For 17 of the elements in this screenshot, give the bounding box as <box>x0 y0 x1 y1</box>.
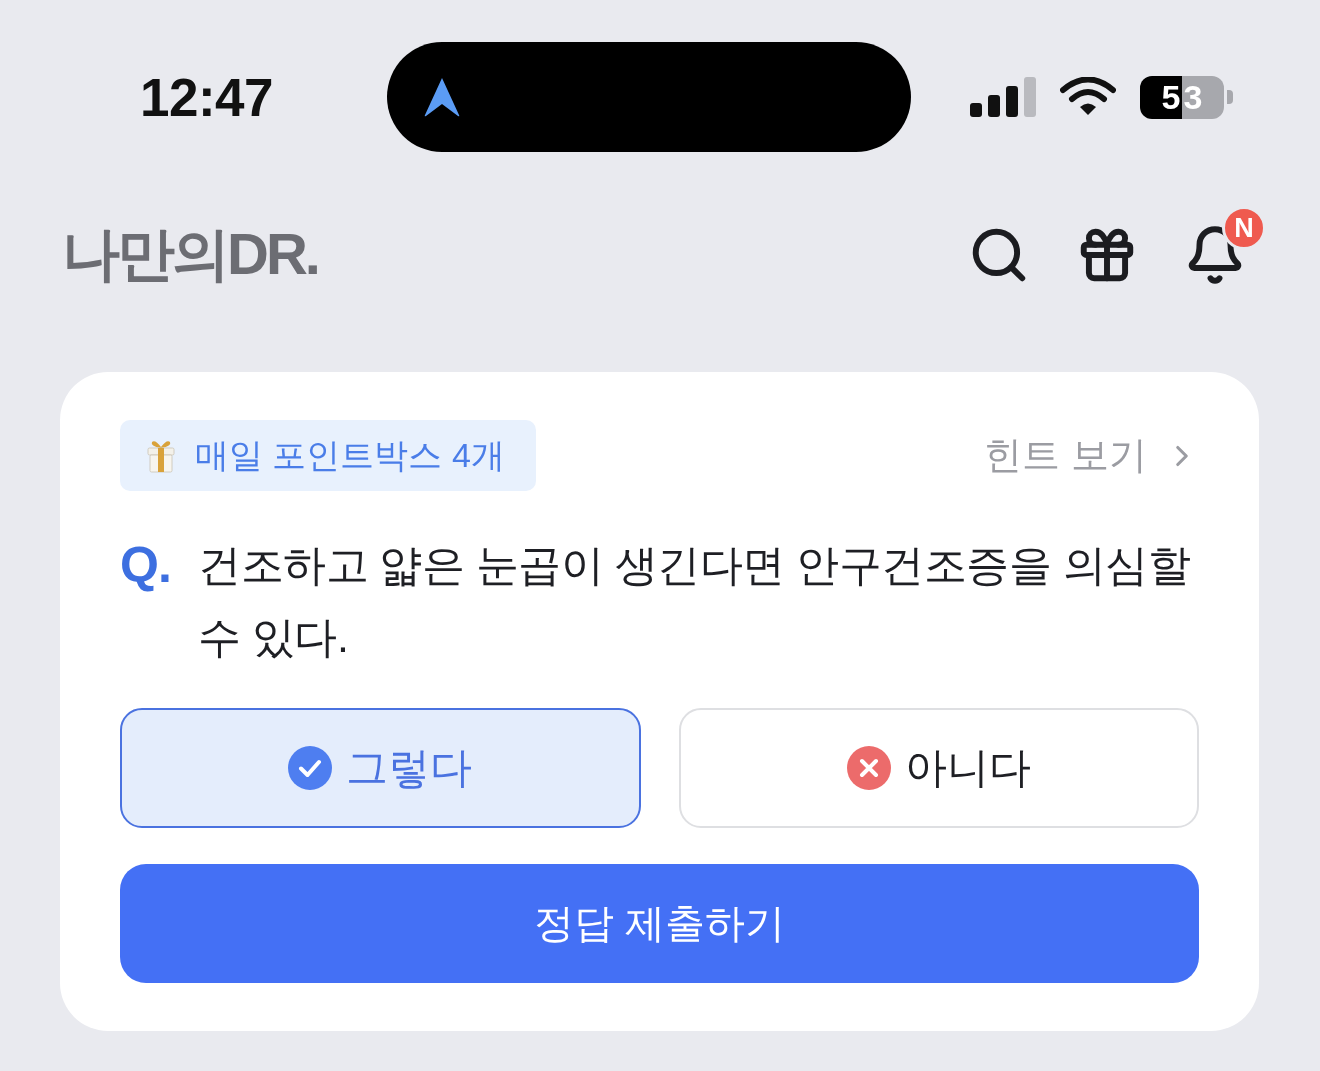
answer-option-button[interactable]: 그렇다 <box>120 708 641 828</box>
hint-link[interactable]: 힌트 보기 <box>984 430 1199 481</box>
app-logo: 나만의DR. <box>62 220 318 288</box>
submit-answer-button[interactable]: 정답 제출하기 <box>120 864 1199 983</box>
daily-points-chip[interactable]: 매일 포인트박스 4개 <box>120 420 536 491</box>
question-prefix: Q. <box>120 536 172 595</box>
notification-badge: N <box>1222 206 1266 250</box>
answer-option-button[interactable]: 아니다 <box>678 708 1199 828</box>
check-circle-icon <box>288 746 333 790</box>
battery-tip-icon <box>1227 90 1233 104</box>
wifi-icon <box>1060 77 1116 117</box>
question-text: 건조하고 얇은 눈곱이 생긴다면 안구건조증을 의심할 수 있다. <box>198 540 1192 663</box>
close-circle-icon <box>846 746 891 790</box>
gift-box-icon <box>147 438 175 473</box>
status-time: 12:47 <box>140 66 274 128</box>
signal-bars-icon <box>970 77 1036 117</box>
navigation-arrow-icon <box>423 77 461 117</box>
